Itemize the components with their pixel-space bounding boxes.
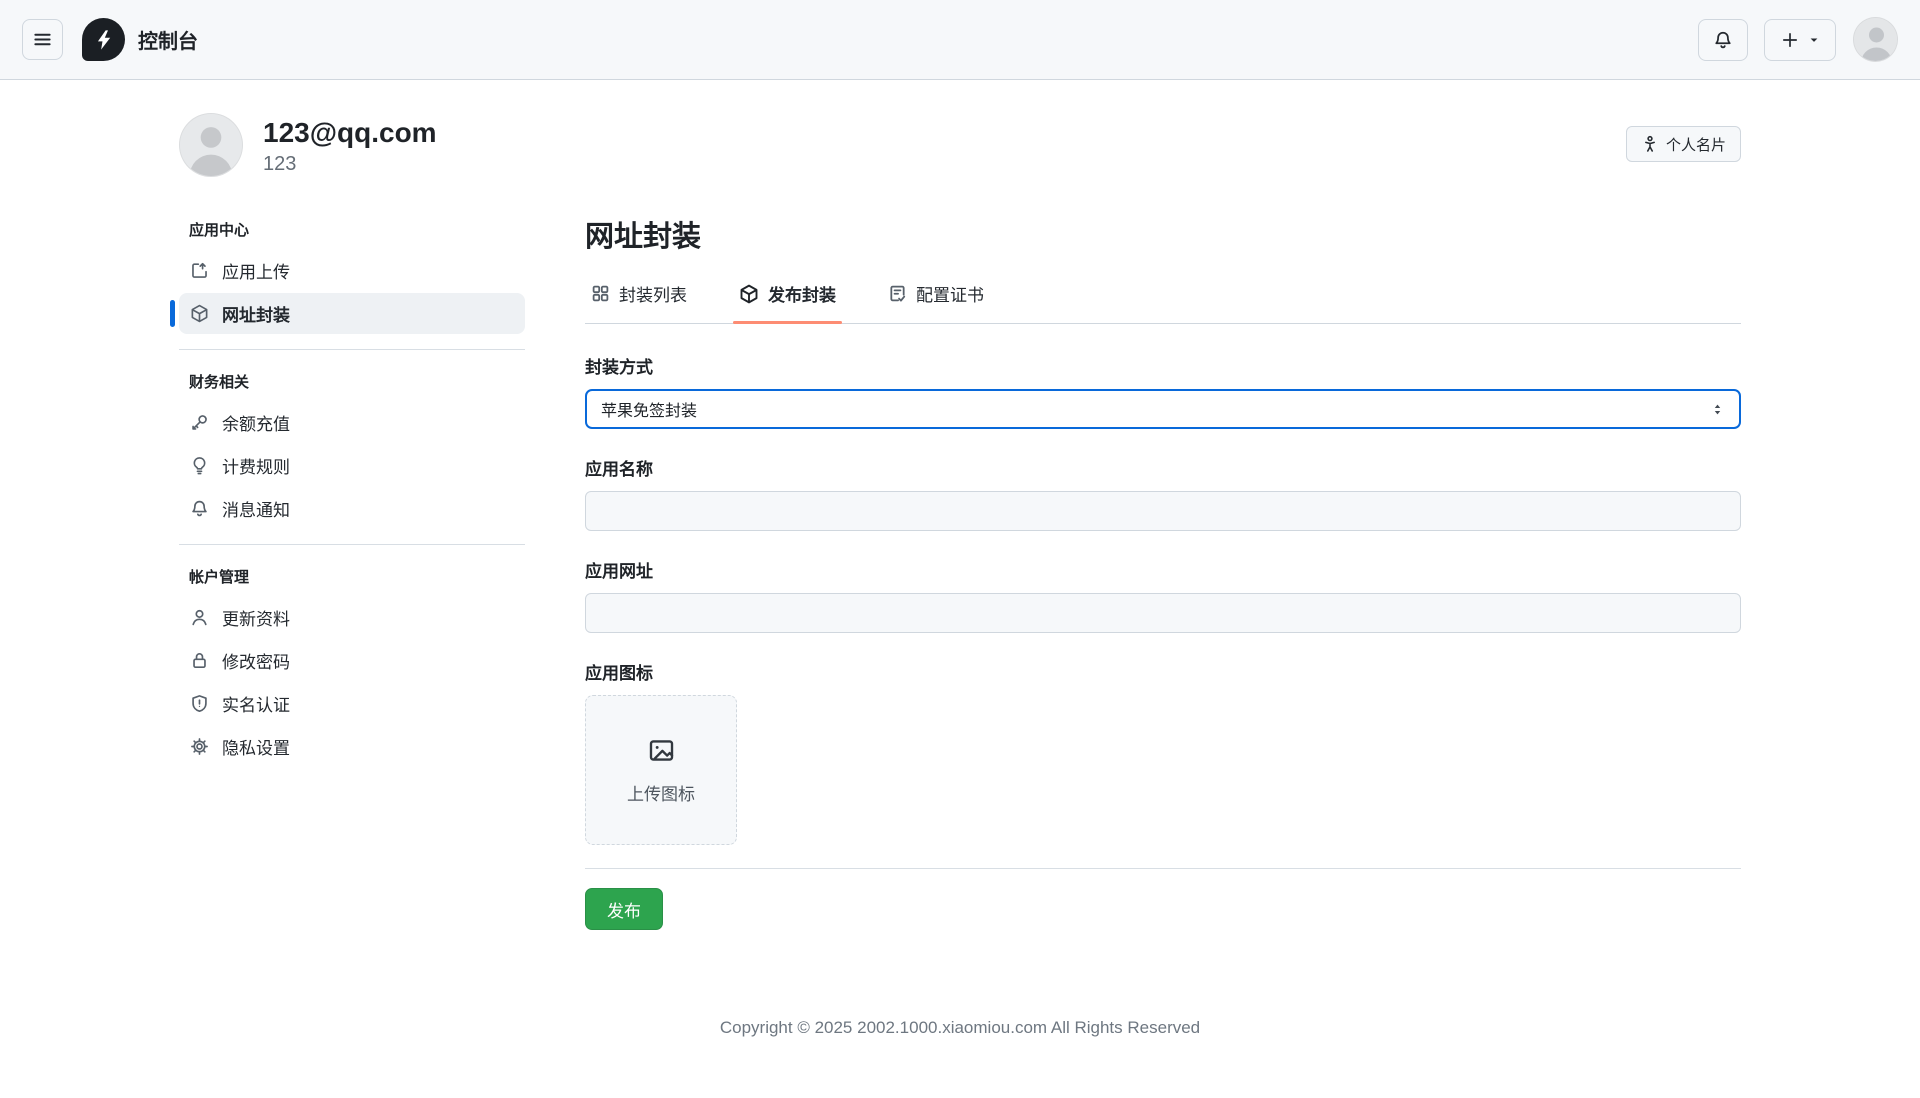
- page-title: 网址封装: [585, 213, 1741, 255]
- tab-bar: 封装列表 发布封装: [585, 279, 1741, 324]
- app-url-label: 应用网址: [585, 557, 1741, 582]
- bell-icon: [1713, 30, 1733, 50]
- plus-icon: [1781, 31, 1799, 49]
- personal-card-label: 个人名片: [1666, 134, 1726, 155]
- publish-button[interactable]: 发布: [585, 888, 663, 930]
- sidebar-section-finance: 财务相关: [179, 365, 525, 402]
- sidebar-item-notifications[interactable]: 消息通知: [179, 488, 525, 529]
- profile-avatar: [179, 113, 243, 177]
- profile-header: 123@qq.com 123 个人名片: [179, 80, 1741, 177]
- main-content: 网址封装 封装列表: [585, 213, 1741, 930]
- lightbulb-icon: [190, 456, 209, 475]
- tab-configure-certificate[interactable]: 配置证书: [882, 279, 990, 323]
- notifications-button[interactable]: [1698, 19, 1748, 61]
- publish-form: 封装方式 苹果免签封装 应用名称: [585, 353, 1741, 930]
- tab-publish-package[interactable]: 发布封装: [733, 279, 842, 323]
- sidebar-nav: 应用中心 应用上传 网址封装: [179, 213, 525, 769]
- lock-icon: [190, 651, 209, 670]
- sidebar-divider: [179, 544, 525, 545]
- app-name-input[interactable]: [585, 491, 1741, 531]
- profile-username: 123: [263, 153, 437, 176]
- grid-icon: [591, 284, 610, 303]
- tab-label: 发布封装: [768, 281, 836, 306]
- package-icon: [739, 284, 759, 304]
- key-icon: [190, 413, 209, 432]
- package-method-label: 封装方式: [585, 353, 1741, 378]
- sidebar-divider: [179, 349, 525, 350]
- lightning-icon: [93, 29, 115, 51]
- sidebar-item-label: 计费规则: [222, 453, 290, 478]
- menu-button[interactable]: [22, 19, 63, 60]
- image-icon: [647, 736, 676, 765]
- app-logo[interactable]: [82, 18, 125, 61]
- sidebar-section-account: 帐户管理: [179, 560, 525, 597]
- sidebar-item-app-upload[interactable]: 应用上传: [179, 250, 525, 291]
- sidebar-item-label: 实名认证: [222, 691, 290, 716]
- user-avatar[interactable]: [1853, 17, 1898, 62]
- package-method-select[interactable]: 苹果免签封装: [585, 389, 1741, 429]
- sidebar-item-label: 隐私设置: [222, 734, 290, 759]
- tab-label: 封装列表: [619, 281, 687, 306]
- icon-upload-dropzone[interactable]: 上传图标: [585, 695, 737, 845]
- sidebar-item-privacy-settings[interactable]: 隐私设置: [179, 726, 525, 767]
- package-method-value: 苹果免签封装: [601, 397, 697, 421]
- sidebar-item-update-profile[interactable]: 更新资料: [179, 597, 525, 638]
- sidebar-item-label: 网址封装: [222, 301, 290, 326]
- sidebar-item-label: 修改密码: [222, 648, 290, 673]
- profile-email: 123@qq.com: [263, 116, 437, 150]
- sidebar-item-label: 更新资料: [222, 605, 290, 630]
- tab-package-list[interactable]: 封装列表: [585, 279, 693, 323]
- sidebar-item-label: 消息通知: [222, 496, 290, 521]
- sidebar-item-url-package[interactable]: 网址封装: [179, 293, 525, 334]
- sidebar-item-billing-rules[interactable]: 计费规则: [179, 445, 525, 486]
- sidebar-section-app-center: 应用中心: [179, 213, 525, 250]
- file-check-icon: [888, 284, 907, 303]
- app-icon-label: 应用图标: [585, 659, 1741, 684]
- personal-card-button[interactable]: 个人名片: [1626, 126, 1741, 162]
- create-new-button[interactable]: [1764, 19, 1836, 61]
- sidebar-item-balance-recharge[interactable]: 余额充值: [179, 402, 525, 443]
- tab-label: 配置证书: [916, 281, 984, 306]
- top-header: 控制台: [0, 0, 1920, 80]
- person-standing-icon: [1641, 135, 1659, 153]
- upload-icon-text: 上传图标: [627, 780, 695, 805]
- person-icon: [190, 608, 209, 627]
- shield-icon: [190, 694, 209, 713]
- app-url-input[interactable]: [585, 593, 1741, 633]
- bell-icon: [190, 499, 209, 518]
- gear-icon: [190, 737, 209, 756]
- form-divider: [585, 868, 1741, 869]
- copyright-footer: Copyright © 2025 2002.1000.xiaomiou.com …: [179, 1018, 1741, 1098]
- hamburger-icon: [33, 30, 52, 49]
- caret-down-icon: [1808, 34, 1820, 46]
- app-title: 控制台: [138, 25, 198, 54]
- select-arrows-icon: [1710, 402, 1725, 417]
- app-name-label: 应用名称: [585, 455, 1741, 480]
- upload-icon: [190, 261, 209, 280]
- sidebar-item-label: 余额充值: [222, 410, 290, 435]
- sidebar-item-change-password[interactable]: 修改密码: [179, 640, 525, 681]
- package-icon: [190, 304, 209, 323]
- sidebar-item-identity-verification[interactable]: 实名认证: [179, 683, 525, 724]
- sidebar-item-label: 应用上传: [222, 258, 290, 283]
